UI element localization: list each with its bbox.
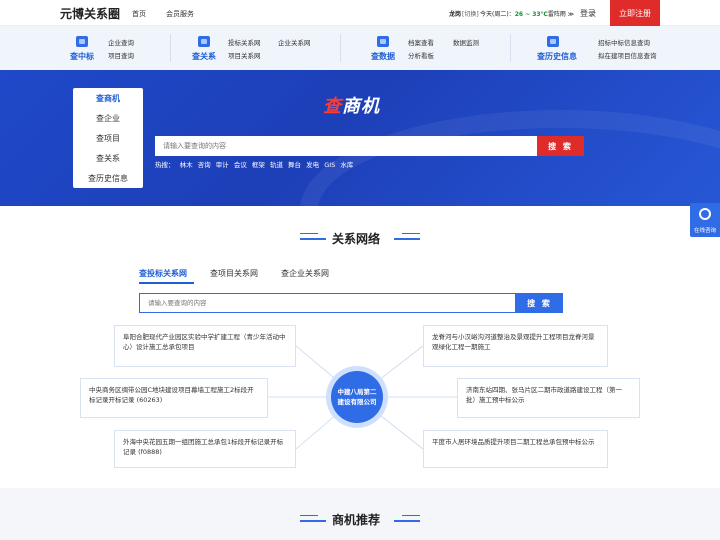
section-title-decoration [300, 520, 326, 522]
relation-node-left[interactable]: 阜阳合肥现代产业园区实验中学扩建工程（青少年活动中心）设计施工总承包项目 [114, 325, 296, 367]
recommend-section-title: 商机推荐 [332, 513, 381, 527]
center-company-node[interactable]: 中建八局第二建设有限公司 [331, 371, 383, 423]
relation-node-right[interactable]: 济南东站四期、张马片区二期市政道路建设工程（第一批）施工预中标公示 [457, 378, 640, 418]
relation-node-right[interactable]: 龙脊河与小汉峪沟河道整治及景观提升工程项目龙脊河景观绿化工程一期施工 [423, 325, 608, 367]
section-title-decoration [300, 515, 318, 516]
section-title-decoration [394, 520, 420, 522]
relation-node-left[interactable]: 中央商务区绸带公园C地块建设项目幕墙工程施工2标段开标记录开标记录 (60263… [80, 378, 268, 418]
relation-node-left[interactable]: 外海中央花园五期一组团施工总承包1标段开标记录开标记录 (f0888) [114, 430, 296, 468]
section-title-decoration [402, 515, 420, 516]
relation-node-right[interactable]: 平度市人居环境品质提升项目二期工程总承包预中标公示 [423, 430, 608, 468]
relation-lines [268, 345, 457, 450]
